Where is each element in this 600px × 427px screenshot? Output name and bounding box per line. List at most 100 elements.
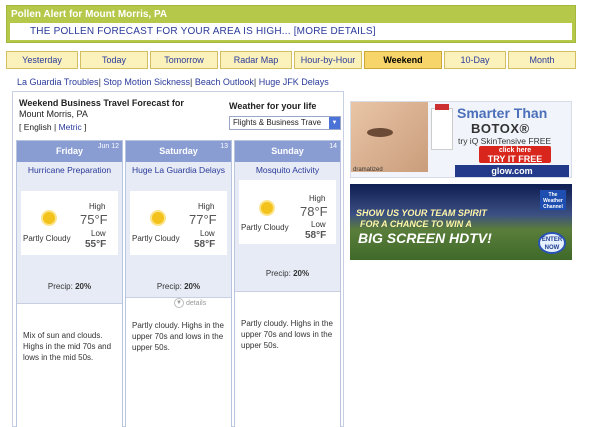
product-cap-image (435, 104, 449, 110)
link-beach-outlook[interactable]: Beach Outlook (195, 77, 254, 87)
precip-label: Precip: (47, 282, 73, 291)
bracket-right: ] (81, 122, 87, 132)
tab-tomorrow[interactable]: Tomorrow (150, 51, 218, 69)
low-temp: 58°F (305, 230, 327, 241)
day-name: Sunday (271, 146, 304, 156)
precip-value: 20% (293, 269, 310, 278)
tab-today[interactable]: Today (80, 51, 148, 69)
face-image (351, 102, 428, 172)
activity-link[interactable]: Mosquito Activity (235, 165, 340, 176)
description-panel: Mix of sun and clouds. Highs in the mid … (17, 303, 122, 427)
day-column-saturday: Saturday 13 Huge La Guardia Delays Partl… (125, 140, 232, 427)
alert-message[interactable]: THE POLLEN FORECAST FOR YOUR AREA IS HIG… (30, 26, 291, 37)
high-label: High (89, 202, 106, 211)
partly-cloudy-icon (152, 212, 164, 224)
low-temp: 55°F (85, 239, 107, 250)
link-separator: | (98, 77, 101, 87)
enter-now-button[interactable]: ENTER NOW (538, 232, 566, 254)
weekend-forecast-panel: Weekend Business Travel Forecast for Mou… (12, 91, 344, 427)
link-la-guardia-troubles[interactable]: La Guardia Troubles (17, 77, 99, 87)
ad-tagline: try iQ SkinTensive FREE (458, 136, 552, 146)
english-option[interactable]: English (24, 122, 52, 132)
tab-weekend[interactable]: Weekend (364, 51, 442, 69)
high-label: High (198, 202, 215, 211)
try-free-button[interactable]: click here TRY IT FREE (479, 146, 551, 164)
alert-message-box: THE POLLEN FORECAST FOR YOUR AREA IS HIG… (10, 23, 572, 40)
precip-label: Precip: (265, 269, 291, 278)
ad-line-1: SHOW US YOUR TEAM SPIRIT (356, 208, 487, 218)
low-label: Low (311, 220, 326, 229)
day-name: Friday (55, 146, 83, 156)
activity-link[interactable]: Huge La Guardia Delays (126, 165, 231, 176)
ad-line-3: BIG SCREEN HDTV! (358, 230, 492, 246)
condition-text: Partly Cloudy (132, 234, 180, 243)
high-temp: 78°F (300, 204, 328, 219)
link-separator: | (253, 77, 257, 87)
condition-text: Partly Cloudy (241, 223, 289, 232)
alert-message-link[interactable]: THE POLLEN FORECAST FOR YOUR AREA IS HIG… (30, 26, 376, 37)
try-free-big[interactable]: TRY IT FREE (479, 155, 551, 164)
chevron-down-icon[interactable]: ▼ (174, 298, 184, 308)
tab-10-day[interactable]: 10-Day (444, 51, 506, 69)
precip-label: Precip: (156, 282, 182, 291)
day-date: 13 (220, 143, 228, 150)
weather-box: Partly Cloudy High 75°F Low 55°F (21, 191, 118, 255)
tab-month[interactable]: Month (508, 51, 576, 69)
description-panel: Partly cloudy. Highs in the upper 70s an… (235, 291, 340, 427)
lifestyle-select-value[interactable]: Flights & Business Trave (233, 118, 321, 127)
ad-site-link[interactable]: glow.com (455, 165, 569, 177)
weather-channel-logo: The Weather Channel (540, 190, 566, 210)
forecast-location: Mount Morris, PA (19, 109, 88, 119)
unit-separator: | (51, 122, 59, 132)
high-temp: 75°F (80, 212, 108, 227)
link-separator: | (189, 77, 193, 87)
condition-text: Partly Cloudy (23, 234, 71, 243)
tab-radar-map[interactable]: Radar Map (220, 51, 292, 69)
precip-value: 20% (75, 282, 92, 291)
high-temp: 77°F (189, 212, 217, 227)
day-name: Saturday (159, 146, 198, 156)
precip: Precip: 20% (235, 269, 340, 278)
tab-yesterday[interactable]: Yesterday (6, 51, 78, 69)
alert-more-details-link[interactable]: [MORE DETAILS] (294, 26, 376, 37)
precip: Precip: 20% (126, 282, 231, 291)
metric-link[interactable]: Metric (59, 122, 82, 132)
day-header: Sunday 14 (235, 141, 340, 162)
hdtv-ad[interactable]: SHOW US YOUR TEAM SPIRIT FOR A CHANCE TO… (350, 184, 572, 260)
news-links: La Guardia Troubles| Stop Motion Sicknes… (17, 77, 329, 87)
day-column-sunday: Sunday 14 Mosquito Activity Partly Cloud… (234, 140, 341, 427)
forecast-description: Partly cloudy. Highs in the upper 70s an… (241, 319, 333, 350)
tab-hour-by-hour[interactable]: Hour-by-Hour (294, 51, 362, 69)
link-huge-jfk-delays[interactable]: Huge JFK Delays (259, 77, 329, 87)
forecast-tabs: Yesterday Today Tomorrow Radar Map Hour-… (6, 51, 576, 69)
alert-title: Pollen Alert for Mount Morris, PA (11, 9, 168, 20)
pollen-alert: Pollen Alert for Mount Morris, PA THE PO… (6, 5, 576, 43)
details-toggle[interactable]: ▼ details (174, 298, 206, 308)
weather-for-life-label: Weather for your life (229, 101, 317, 111)
precip-value: 20% (184, 282, 201, 291)
low-label: Low (91, 229, 106, 238)
botox-ad[interactable]: Smarter Than BOTOX® try iQ SkinTensive F… (350, 101, 572, 178)
link-stop-motion-sickness[interactable]: Stop Motion Sickness (103, 77, 190, 87)
weather-box: Partly Cloudy High 77°F Low 58°F (130, 191, 227, 255)
weather-box: Partly Cloudy High 78°F Low 58°F (239, 180, 336, 244)
day-date: Jun 12 (97, 143, 119, 150)
low-temp: 58°F (194, 239, 216, 250)
partly-cloudy-icon (261, 202, 273, 214)
high-label: High (309, 194, 326, 203)
dramatized-note: dramatized (353, 167, 383, 173)
description-panel: ▼ details Partly cloudy. Highs in the up… (126, 297, 231, 427)
partly-cloudy-icon (43, 212, 55, 224)
forecast-title: Weekend Business Travel Forecast for (19, 98, 184, 108)
ad-line-2: FOR A CHANCE TO WIN A (360, 219, 472, 229)
lifestyle-select[interactable]: Flights & Business Trave ▼ (229, 116, 341, 130)
chevron-down-icon[interactable]: ▼ (329, 117, 340, 129)
precip: Precip: 20% (17, 282, 122, 291)
forecast-description: Mix of sun and clouds. Highs in the mid … (23, 331, 112, 362)
details-label[interactable]: details (186, 300, 206, 307)
low-label: Low (200, 229, 215, 238)
activity-link[interactable]: Hurricane Preparation (17, 165, 122, 176)
forecast-description: Partly cloudy. Highs in the upper 70s an… (132, 321, 224, 352)
ad-brand: BOTOX® (471, 121, 530, 136)
ad-headline: Smarter Than (457, 105, 548, 121)
